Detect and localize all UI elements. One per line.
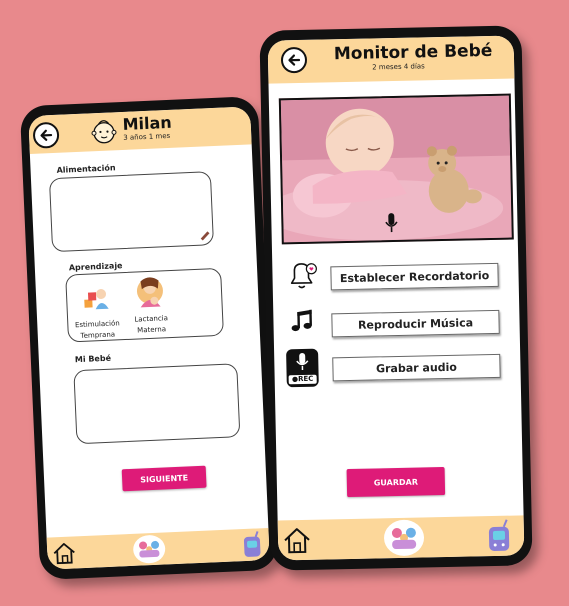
back-button[interactable]: [280, 46, 308, 74]
microphone-icon: [296, 352, 309, 370]
arrow-left-icon: [288, 54, 301, 66]
right-footer: [277, 515, 525, 561]
learning-item-line2: Materna: [137, 325, 167, 335]
learning-item-early-stimulation[interactable]: Estimulación Temprana: [67, 318, 128, 343]
breastfeeding-icon[interactable]: [134, 276, 165, 309]
left-footer: [46, 527, 270, 570]
family-icon: [391, 527, 417, 550]
right-phone: Monitor de Bebé 2 meses 4 días Establece…: [259, 25, 533, 571]
rec-badge: ●REC: [288, 374, 317, 385]
baby-monitor-icon[interactable]: [486, 519, 513, 554]
record-audio-button[interactable]: Grabar audio: [332, 353, 501, 382]
learning-label: Aprendizaje: [68, 261, 123, 273]
play-music-button[interactable]: Reproducir Música: [331, 309, 500, 338]
page-title: Monitor de Bebé: [333, 40, 493, 65]
baby-age: 3 años 1 mes: [123, 131, 171, 142]
feeding-textarea[interactable]: [48, 171, 215, 253]
baby-monitor-icon[interactable]: [241, 530, 264, 559]
baby-face-icon: [91, 120, 117, 144]
left-header: Milan 3 años 1 mes: [28, 106, 252, 155]
music-note-icon: [291, 309, 312, 332]
family-icon: [139, 540, 160, 558]
my-baby-textarea[interactable]: [73, 363, 241, 445]
next-button[interactable]: SIGUIENTE: [121, 465, 207, 492]
rec-microphone-icon: ●REC: [286, 348, 319, 388]
baby-age: 2 meses 4 días: [372, 62, 425, 72]
back-button[interactable]: [32, 121, 60, 149]
right-header: Monitor de Bebé 2 meses 4 días: [267, 35, 515, 84]
baby-camera-feed[interactable]: [278, 93, 514, 245]
pencil-icon: [200, 231, 210, 241]
bell-icon: [290, 263, 317, 289]
baby-name: Milan: [122, 112, 173, 134]
microphone-icon[interactable]: [384, 212, 398, 234]
early-stimulation-icon[interactable]: [82, 283, 111, 312]
family-logo-icon[interactable]: [383, 519, 425, 557]
set-reminder-button[interactable]: Establecer Recordatorio: [330, 262, 499, 291]
home-icon[interactable]: [282, 526, 313, 555]
right-screen: Monitor de Bebé 2 meses 4 días Establece…: [267, 35, 525, 561]
left-phone: Milan 3 años 1 mes Alimentación Aprendiz…: [19, 96, 279, 580]
home-icon[interactable]: [51, 540, 78, 565]
save-button[interactable]: GUARDAR: [346, 467, 446, 498]
family-logo-icon[interactable]: [132, 534, 166, 564]
arrow-left-icon: [40, 129, 53, 141]
left-screen: Milan 3 años 1 mes Alimentación Aprendiz…: [28, 106, 270, 570]
learning-item-breastfeeding[interactable]: Lactancia Materna: [121, 313, 182, 338]
learning-panel: Estimulación Temprana Lactancia Materna: [65, 267, 224, 343]
my-baby-label: Mi Bebé: [74, 353, 112, 365]
feeding-label: Alimentación: [56, 163, 116, 175]
